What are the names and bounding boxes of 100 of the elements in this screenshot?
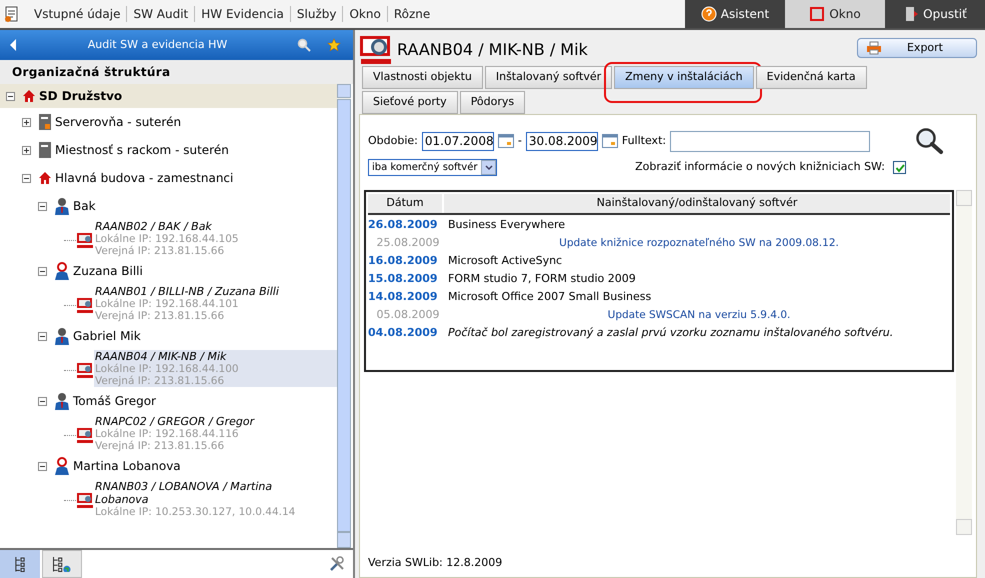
exit-menu-button[interactable]: Opustiť — [885, 0, 985, 28]
export-button[interactable]: Export — [857, 38, 977, 58]
date-cell-text: 25.08.2009 — [376, 235, 440, 252]
software-filter-dropdown[interactable]: iba komerčný softvér — [368, 159, 498, 176]
tab[interactable]: Inštalovaný softvér — [484, 66, 612, 89]
date-to-field[interactable]: 30.08.2009 — [526, 132, 598, 150]
tree-node[interactable]: Tomáš Gregor — [73, 392, 156, 410]
software-cell-text: Počítač bol zaregistrovaný a zaslal prvú vzorku zoznamu inštalovaného softvéru. — [448, 325, 894, 342]
search-icon[interactable] — [914, 127, 944, 155]
computer-icon — [76, 427, 94, 445]
house-icon — [38, 171, 52, 185]
man-icon — [54, 327, 70, 345]
house-icon — [22, 89, 36, 103]
computer-icon — [76, 232, 94, 250]
menu-item[interactable]: HW Evidencia — [195, 5, 290, 23]
tab[interactable]: Evidenčná karta — [756, 66, 867, 89]
calendar-icon[interactable] — [602, 134, 618, 148]
computer-name: RAANB01 / BILLI-NB / Zuzana Billi — [95, 285, 280, 298]
tree-node[interactable]: Miestnosť s rackom - suterén — [55, 141, 229, 159]
collapse-toggle[interactable] — [38, 462, 47, 470]
chevron-down-icon — [484, 164, 493, 170]
assistant-menu-button[interactable]: Asistent — [685, 0, 785, 28]
computer-icon — [76, 297, 94, 315]
local-ip: Lokálne IP: 192.168.44.101 — [95, 298, 240, 310]
local-ip: Lokálne IP: 10.253.30.127, 10.0.44.14 — [95, 506, 296, 518]
fulltext-label: Fulltext: — [622, 132, 666, 149]
tree-title: Organizačná štruktúra — [0, 60, 353, 84]
computer-title: RAANB04 / MIK-NB / Mik — [397, 39, 589, 61]
expand-toggle[interactable] — [22, 118, 31, 126]
tab[interactable]: Zmeny v inštaláciách — [614, 66, 754, 89]
window-frame-icon — [809, 6, 826, 22]
show-libraries-label: Zobraziť informácie o nových knižniciach SW: — [635, 159, 885, 176]
man-icon — [54, 392, 70, 410]
menu-item[interactable]: Okno — [343, 5, 387, 23]
computer-name: RAANB04 / MIK-NB / Mik — [95, 350, 228, 363]
dash: - — [518, 132, 522, 149]
window-menu-button[interactable]: Okno — [785, 0, 885, 28]
menu-item[interactable]: Vstupné údaje — [28, 5, 126, 23]
show-libraries-checkbox[interactable] — [893, 161, 906, 174]
date-cell-text: 16.08.2009 — [368, 253, 439, 270]
date-cell-text: 26.08.2009 — [368, 217, 439, 234]
door-icon — [38, 141, 52, 159]
public-ip: Verejná IP: 213.81.15.66 — [95, 310, 226, 322]
tree-view-tab[interactable] — [0, 550, 40, 578]
expand-toggle[interactable] — [22, 146, 31, 154]
fulltext-field[interactable] — [670, 130, 870, 152]
column-header: Dátum — [368, 194, 444, 212]
software-cell-text: Microsoft Office 2007 Small Business — [448, 289, 652, 306]
tree-node[interactable]: Martina Lobanova — [73, 457, 181, 475]
tree-node[interactable]: Serverovňa - suterén — [55, 113, 182, 131]
computer-item[interactable]: RNANB03 / LOBANOVA / Martina Lobanova Lokálne IP: 10.253.30.127, 10.0.44.14 — [94, 480, 337, 518]
woman-icon — [54, 262, 70, 280]
tree-node[interactable]: Bak — [73, 197, 96, 215]
tree-node[interactable]: Gabriel Mik — [73, 327, 141, 345]
computer-item[interactable]: RAANB02 / BAK / Bak Lokálne IP: 192.168.44.105 Verejná IP: 213.81.15.66 — [94, 220, 337, 257]
man-icon — [54, 197, 70, 215]
period-label: Obdobie: — [368, 132, 418, 149]
computer-icon — [76, 492, 94, 510]
tree-node[interactable]: Hlavná budova - zamestnanci — [55, 169, 234, 187]
collapse-toggle[interactable] — [6, 92, 15, 100]
app-logo-icon — [4, 6, 20, 22]
computer-item[interactable]: RAANB01 / BILLI-NB / Zuzana Billi Lokálne IP: 192.168.44.101 Verejná IP: 213.81.15.66 — [94, 285, 337, 322]
calendar-icon[interactable] — [498, 134, 514, 148]
date-from-field[interactable]: 01.07.2008 — [422, 132, 494, 150]
computer-item[interactable]: RNAPC02 / GREGOR / Gregor Lokálne IP: 192.168.44.116 Verejná IP: 213.81.15.66 — [94, 415, 337, 452]
tab[interactable]: Pôdorys — [460, 91, 526, 114]
column-header: Nainštalovaný/odinštalovaný softvér — [596, 195, 798, 211]
menu-item[interactable]: Rôzne — [388, 5, 436, 23]
tools-icon[interactable] — [329, 556, 345, 572]
collapse-toggle[interactable] — [38, 396, 47, 406]
tree-node[interactable]: SD Družstvo — [39, 87, 122, 105]
help-icon — [700, 6, 717, 22]
date-cell-text: 04.08.2009 — [368, 325, 439, 342]
software-cell-text: FORM studio 7, FORM studio 2009 — [448, 271, 637, 288]
collapse-toggle[interactable] — [38, 266, 47, 276]
sidebar-title: Audit SW a evidencia HW — [86, 36, 228, 53]
computer-name: RAANB02 / BAK / Bak — [95, 220, 213, 233]
star-icon[interactable] — [327, 38, 341, 52]
collapse-toggle[interactable] — [22, 174, 31, 182]
tab[interactable]: Sieťové porty — [362, 91, 458, 114]
date-cell-text: 05.08.2009 — [376, 307, 440, 324]
woman-icon — [54, 457, 70, 475]
back-arrow-icon[interactable] — [8, 38, 18, 52]
scrollbar[interactable] — [956, 190, 972, 535]
computer-item[interactable]: RAANB04 / MIK-NB / Mik Lokálne IP: 192.168.44.100 Verejná IP: 213.81.15.66 — [94, 350, 337, 387]
network-tree-view-tab[interactable] — [42, 550, 82, 578]
computer-name: RNANB03 / LOBANOVA / Martina Lobanova — [95, 480, 274, 506]
server-room-icon — [38, 113, 52, 131]
public-ip: Verejná IP: 213.81.15.66 — [95, 245, 226, 257]
computer-icon — [76, 362, 94, 380]
menu-item[interactable]: Služby — [290, 5, 342, 23]
tree-node[interactable]: Zuzana Billi — [73, 262, 143, 280]
menu-item[interactable]: SW Audit — [127, 5, 194, 23]
public-ip: Verejná IP: 213.81.15.66 — [95, 440, 226, 452]
local-ip: Lokálne IP: 192.168.44.116 — [95, 428, 240, 440]
computer-icon — [359, 35, 393, 65]
tab[interactable]: Vlastnosti objektu — [362, 66, 483, 89]
scrollbar[interactable] — [337, 84, 351, 548]
collapse-toggle[interactable] — [38, 202, 47, 210]
collapse-toggle[interactable] — [38, 332, 47, 340]
